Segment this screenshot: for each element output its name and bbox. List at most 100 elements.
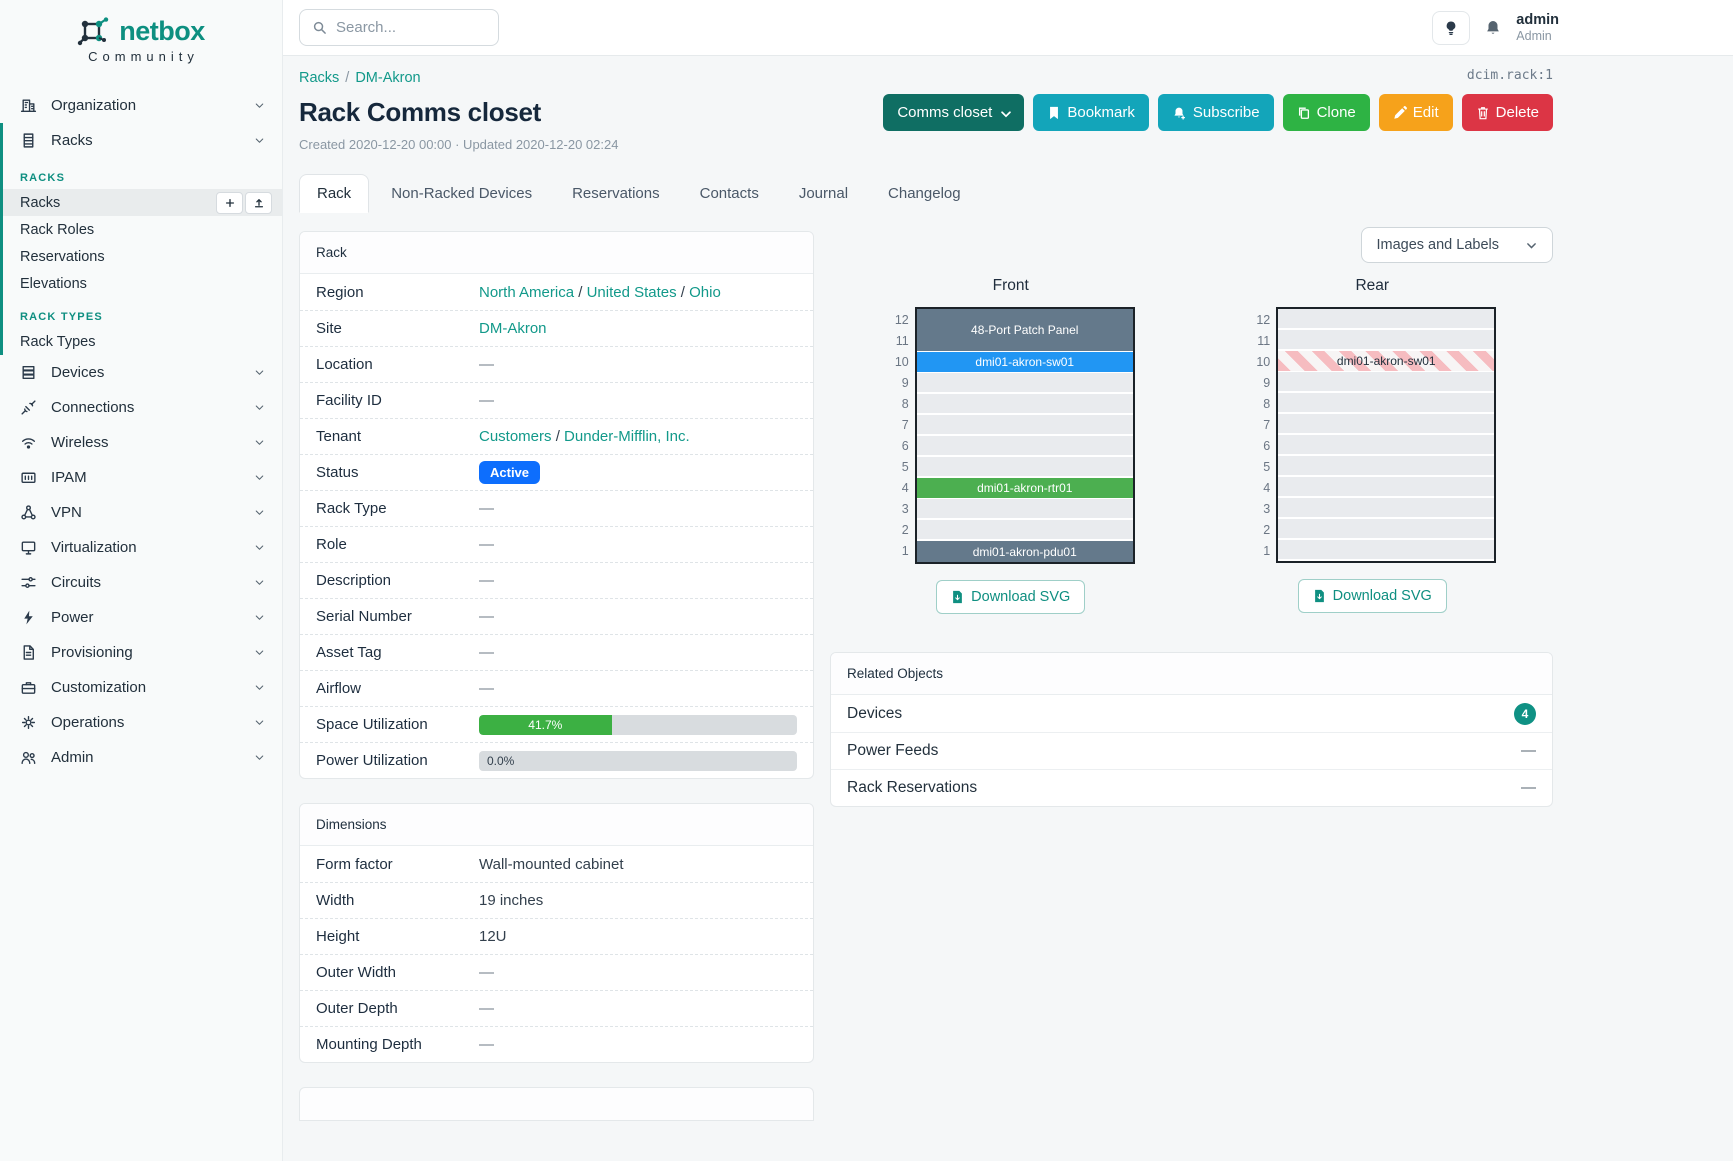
notifications-bell-icon[interactable] — [1484, 19, 1502, 37]
utilization-progress-bar: 0.0% — [479, 751, 797, 771]
sidebar-item-organization[interactable]: Organization — [0, 88, 282, 123]
unit-number: 9 — [887, 372, 909, 393]
sidebar-subitem-rack-roles[interactable]: Rack Roles — [3, 216, 282, 243]
sidebar-subitem-racks[interactable]: Racks — [3, 189, 282, 216]
sidebar-subitem-label: Reservations — [20, 249, 272, 265]
table-row: Description— — [300, 562, 813, 598]
value-link[interactable]: United States — [587, 284, 677, 301]
edit-button[interactable]: Edit — [1379, 94, 1453, 131]
rack-unit-device[interactable]: 48-Port Patch Panel — [917, 309, 1133, 352]
sidebar-item-operations[interactable]: Operations — [0, 705, 282, 740]
rack-unit-device[interactable]: dmi01-akron-pdu01 — [917, 541, 1133, 562]
rack-unit-device[interactable]: dmi01-akron-rtr01 — [917, 478, 1133, 499]
chevron-down-icon — [253, 611, 266, 624]
bookmark-icon — [1047, 106, 1060, 120]
sidebar-item-vpn[interactable]: VPN — [0, 495, 282, 530]
tab-changelog[interactable]: Changelog — [870, 174, 979, 213]
rear-download-svg-button[interactable]: Download SVG — [1298, 579, 1447, 613]
sidebar-item-power[interactable]: Power — [0, 600, 282, 635]
sidebar-item-circuits[interactable]: Circuits — [0, 565, 282, 600]
main: admin Admin dcim.rack:1 Racks/DM-Akron R… — [283, 0, 1733, 1161]
value-link[interactable]: Customers — [479, 428, 552, 445]
theme-lightbulb-button[interactable] — [1432, 11, 1470, 45]
unit-number: 1 — [887, 540, 909, 561]
row-value-links: North America / United States / Ohio — [479, 284, 721, 301]
dimensions-table: Form factorWall-mounted cabinetWidth19 i… — [300, 846, 813, 1062]
comms-closet-label: Comms closet — [897, 104, 992, 121]
row-value: — — [479, 608, 797, 625]
sidebar-item-racks[interactable]: Racks — [3, 123, 282, 158]
tab-journal[interactable]: Journal — [781, 174, 866, 213]
sidebar-item-admin[interactable]: Admin — [0, 740, 282, 775]
related-object-row[interactable]: Rack Reservations— — [831, 769, 1552, 806]
bookmark-button[interactable]: Bookmark — [1033, 94, 1149, 131]
bell-plus-icon — [1172, 106, 1186, 120]
breadcrumb-racks-link[interactable]: Racks — [299, 70, 339, 86]
sidebar-item-ipam[interactable]: IPAM — [0, 460, 282, 495]
sidebar-subitem-rack-types[interactable]: Rack Types — [3, 328, 282, 355]
chevron-down-icon — [253, 436, 266, 449]
import-rack-button[interactable] — [245, 192, 272, 214]
breadcrumb-site-link[interactable]: DM-Akron — [355, 70, 420, 86]
value-link[interactable]: DM-Akron — [479, 320, 547, 337]
unit-number: 12 — [1248, 309, 1270, 330]
tab-reservations[interactable]: Reservations — [554, 174, 678, 213]
brand-name: netbox — [119, 16, 205, 47]
elevation-view-select[interactable]: Images and Labels — [1361, 227, 1553, 263]
rack-unit-empty — [917, 373, 1133, 394]
rack-unit-device[interactable]: dmi01-akron-sw01 — [917, 352, 1133, 373]
rack-unit-empty — [1278, 309, 1494, 330]
sidebar-item-label: Operations — [51, 714, 253, 731]
sidebar-subitem-label: Elevations — [20, 276, 272, 292]
value-link[interactable]: Ohio — [689, 284, 721, 301]
tab-rack[interactable]: Rack — [299, 174, 369, 213]
related-object-row[interactable]: Devices4 — [831, 695, 1552, 732]
delete-button[interactable]: Delete — [1462, 94, 1553, 131]
row-value: Active — [479, 461, 797, 484]
left-column: Rack RegionNorth America / United States… — [299, 231, 814, 1121]
search-input[interactable] — [336, 19, 476, 36]
front-download-svg-button[interactable]: Download SVG — [936, 580, 1085, 614]
unit-number: 7 — [887, 414, 909, 435]
related-object-row[interactable]: Power Feeds— — [831, 732, 1552, 769]
sidebar-subitem-label: Rack Roles — [20, 222, 272, 238]
row-label: Location — [316, 356, 479, 373]
subscribe-button[interactable]: Subscribe — [1158, 94, 1274, 131]
empty-value-dash: — — [479, 1036, 494, 1053]
brand[interactable]: netbox Community — [0, 0, 282, 74]
clone-button[interactable]: Clone — [1283, 94, 1370, 131]
sidebar-subitem-elevations[interactable]: Elevations — [3, 270, 282, 297]
front-elevation: Front 121110987654321 48-Port Patch Pane… — [830, 277, 1192, 614]
search-box[interactable] — [299, 9, 499, 46]
sidebar-item-virtualization[interactable]: Virtualization — [0, 530, 282, 565]
sidebar-subitem-reservations[interactable]: Reservations — [3, 243, 282, 270]
rack-unit-device[interactable]: dmi01-akron-sw01 — [1278, 351, 1494, 372]
table-row: Rack Type— — [300, 490, 813, 526]
user-menu[interactable]: admin Admin — [1516, 12, 1559, 43]
value-link[interactable]: North America — [479, 284, 574, 301]
value-link[interactable]: Dunder-Mifflin, Inc. — [564, 428, 690, 445]
unit-number: 1 — [1248, 540, 1270, 561]
sidebar-item-connections[interactable]: Connections — [0, 390, 282, 425]
unit-number: 5 — [1248, 456, 1270, 477]
unit-number: 5 — [887, 456, 909, 477]
rear-elevation-title: Rear — [1355, 277, 1389, 295]
sidebar-section-header: RACK TYPES — [3, 297, 282, 328]
tab-contacts[interactable]: Contacts — [682, 174, 777, 213]
upload-icon — [253, 197, 265, 209]
sidebar-item-provisioning[interactable]: Provisioning — [0, 635, 282, 670]
sidebar-item-customization[interactable]: Customization — [0, 670, 282, 705]
add-rack-button[interactable] — [216, 192, 243, 214]
rack-unit-empty — [1278, 477, 1494, 498]
copy-icon — [1297, 106, 1310, 120]
comms-closet-dropdown-button[interactable]: Comms closet — [883, 94, 1024, 131]
file-download-icon — [1313, 589, 1326, 603]
sidebar-item-devices[interactable]: Devices — [0, 355, 282, 390]
rack-unit-empty — [1278, 372, 1494, 393]
tab-non-racked-devices[interactable]: Non-Racked Devices — [373, 174, 550, 213]
row-value: 0.0% — [479, 751, 797, 771]
sidebar-item-wireless[interactable]: Wireless — [0, 425, 282, 460]
row-value: DM-Akron — [479, 320, 797, 337]
table-row: Facility ID— — [300, 382, 813, 418]
unit-number: 9 — [1248, 372, 1270, 393]
